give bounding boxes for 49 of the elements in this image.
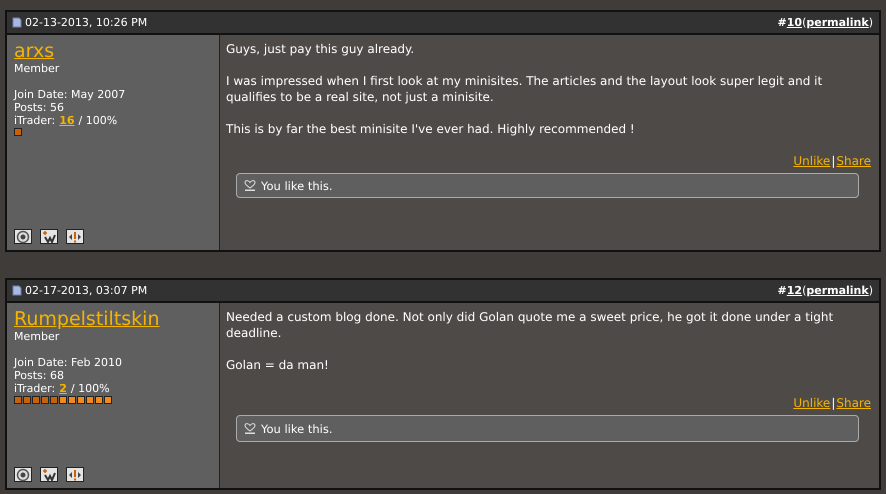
post-date: 02-17-2013, 03:07 PM (25, 284, 148, 297)
unlike-link[interactable]: Unlike (793, 395, 830, 411)
post-text: Golan = da man! (226, 357, 330, 373)
post-number-sign: # (778, 16, 787, 29)
document-icon (12, 285, 22, 296)
likes-text: You like this. (261, 178, 332, 194)
paren: ) (868, 284, 873, 297)
post-text: Needed a custom blog done. Not only did Golan quote me a sweet price, he got it done under a tight deadline. (226, 309, 834, 341)
permalink-link[interactable]: permalink (806, 16, 869, 29)
add-reputation-icon[interactable] (40, 229, 58, 244)
heart-icon (243, 422, 257, 435)
username-link[interactable]: Rumpelstiltskin (14, 308, 160, 330)
user-title: Member (14, 62, 60, 75)
itrader-count-link[interactable]: 2 (59, 382, 67, 395)
document-icon (12, 17, 22, 28)
itrader-percent: / 100% (70, 382, 110, 395)
join-date: Join Date: May 2007 (14, 88, 126, 101)
post-number-sign: # (778, 284, 787, 297)
itrader-percent: / 100% (78, 114, 118, 127)
link-separator: | (831, 153, 836, 169)
post-count: Posts: 56 (14, 101, 64, 114)
itrader-label: iTrader: (14, 114, 56, 127)
report-post-icon[interactable] (66, 467, 84, 482)
post-text: I was impressed when I first look at my minisites. The articles and the layout look super legit and it qualifies to be a real site, not just a minisite. (226, 73, 824, 105)
itrader-count-link[interactable]: 16 (59, 114, 75, 127)
add-reputation-icon[interactable] (40, 467, 58, 482)
post-number-link[interactable]: 10 (786, 16, 802, 29)
online-status-icon[interactable] (14, 467, 32, 482)
permalink-link[interactable]: permalink (806, 284, 869, 297)
username-link[interactable]: arxs (14, 40, 54, 62)
post-count: Posts: 68 (14, 369, 64, 382)
post-text: This is by far the best minisite I've ever had. Highly recommended ! (226, 121, 636, 137)
likes-text: You like this. (261, 420, 332, 436)
report-post-icon[interactable] (66, 229, 84, 244)
paren: ( (802, 16, 806, 29)
join-date: Join Date: Feb 2010 (14, 356, 122, 369)
paren: ( (802, 284, 806, 297)
online-status-icon[interactable] (14, 229, 32, 244)
paren: ) (868, 16, 873, 29)
post-text: Guys, just pay this guy already. (226, 41, 416, 57)
post-date: 02-13-2013, 10:26 PM (25, 16, 148, 29)
heart-icon (243, 179, 257, 192)
user-title: Member (14, 330, 60, 343)
unlike-link[interactable]: Unlike (793, 153, 830, 169)
post-number-link[interactable]: 12 (786, 284, 802, 297)
share-link[interactable]: Share (836, 153, 871, 169)
itrader-label: iTrader: (14, 382, 56, 395)
share-link[interactable]: Share (836, 395, 871, 411)
link-separator: | (831, 395, 836, 411)
